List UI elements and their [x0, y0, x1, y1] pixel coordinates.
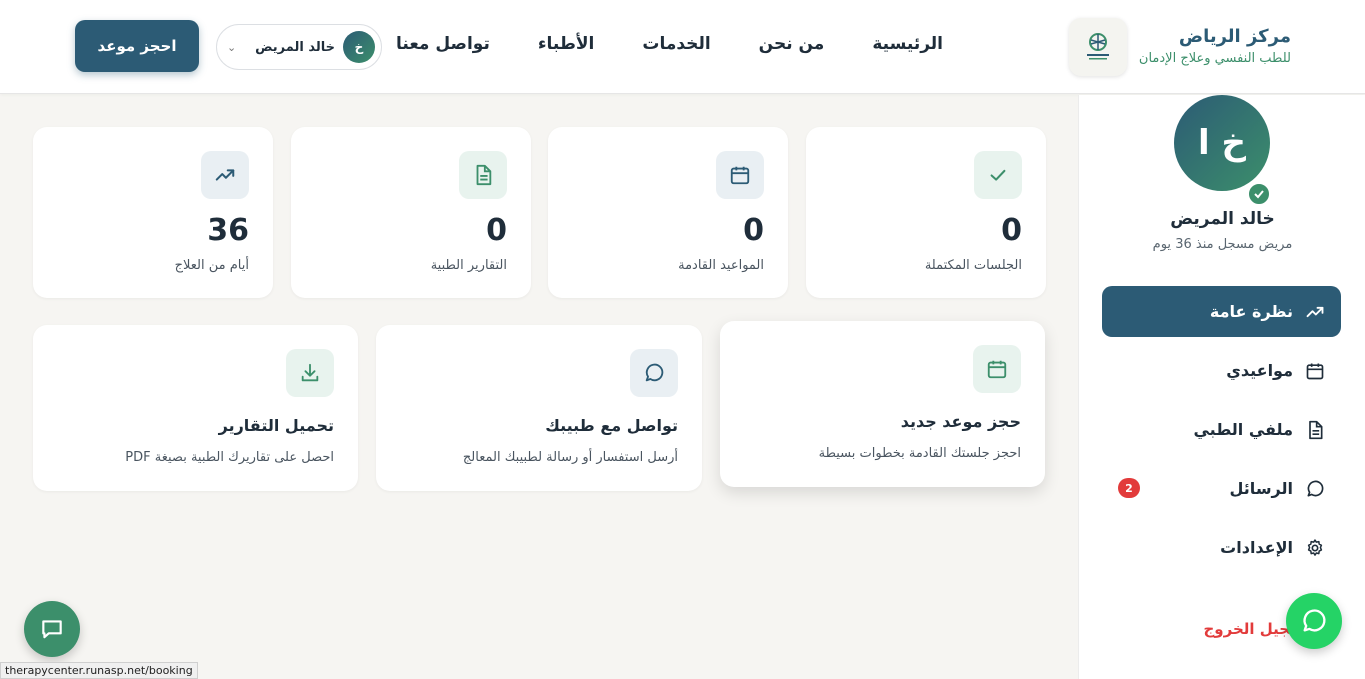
action-title: حجز موعد جديد — [900, 412, 1021, 431]
chevron-down-icon: ⌄ — [227, 40, 237, 54]
sidebar: خ ا خالد المريض مريض مسجل منذ 36 يوم نظر… — [1078, 95, 1365, 679]
nav-item-contact[interactable]: تواصل معنا — [396, 34, 490, 54]
brand-name: مركز الرياض — [1178, 26, 1291, 47]
sidebar-item-messages[interactable]: الرسائل 2 — [1102, 463, 1341, 514]
chat-icon — [1307, 480, 1324, 496]
main-nav: الرئيسية من نحن الخدمات الأطباء تواصل مع… — [396, 34, 943, 54]
sidebar-item-overview[interactable]: نظرة عامة — [1102, 286, 1341, 337]
top-header: مركز الرياض للطب النفسي وعلاج الإدمان ال… — [0, 0, 1365, 94]
stat-card-completed-sessions: 0 الجلسات المكتملة — [806, 127, 1046, 298]
nav-item-services[interactable]: الخدمات — [642, 34, 710, 54]
action-title: تواصل مع طبيبك — [545, 416, 678, 435]
document-icon — [1309, 420, 1323, 439]
brand-subtitle: للطب النفسي وعلاج الإدمان — [1138, 51, 1291, 66]
document-icon — [459, 151, 507, 199]
profile-name: خالد المريض — [1170, 209, 1275, 229]
stat-label: التقارير الطبية — [430, 258, 507, 273]
stat-card-medical-reports: 0 التقارير الطبية — [291, 127, 531, 298]
stat-label: أيام من العلاج — [174, 258, 249, 273]
nav-item-home[interactable]: الرئيسية — [872, 34, 943, 54]
action-description: احصل على تقاريرك الطبية بصيغة PDF — [125, 450, 334, 465]
brand-text: مركز الرياض للطب النفسي وعلاج الإدمان — [1139, 26, 1291, 68]
brand[interactable]: مركز الرياض للطب النفسي وعلاج الإدمان — [1068, 18, 1291, 76]
status-bar-url: therapycenter.runasp.net/booking — [0, 662, 198, 679]
calendar-icon — [973, 345, 1021, 393]
trending-up-icon — [201, 151, 249, 199]
stat-value: 0 — [1001, 213, 1022, 248]
stat-value: 36 — [207, 213, 249, 248]
brand-logo — [1068, 18, 1127, 76]
nav-item-about[interactable]: من نحن — [759, 34, 825, 54]
action-description: أرسل استفسار أو رسالة لطبيبك المعالج — [462, 450, 678, 465]
sidebar-item-label: ملفي الطبي — [1193, 420, 1293, 439]
verified-check-icon — [1246, 181, 1272, 207]
user-name: خالد المريض — [255, 39, 335, 55]
chat-bubble-icon — [42, 620, 62, 639]
sidebar-menu: نظرة عامة مواعيدي ملفي الطبي الرسائل 2 ا… — [1102, 286, 1341, 581]
user-menu-dropdown[interactable]: خ خالد المريض ⌄ — [216, 24, 382, 70]
action-card-contact-doctor[interactable]: تواصل مع طبيبك أرسل استفسار أو رسالة لطب… — [376, 325, 702, 491]
book-appointment-button[interactable]: احجز موعد — [75, 20, 199, 72]
profile-since: مريض مسجل منذ 36 يوم — [1152, 237, 1293, 252]
action-title: تحميل التقارير — [218, 416, 334, 435]
sidebar-item-appointments[interactable]: مواعيدي — [1102, 345, 1341, 396]
stat-label: المواعيد القادمة — [678, 258, 764, 273]
nav-item-doctors[interactable]: الأطباء — [538, 34, 595, 54]
sidebar-item-label: الإعدادات — [1220, 538, 1293, 557]
check-icon — [974, 151, 1022, 199]
stat-card-treatment-days: 36 أيام من العلاج — [33, 127, 273, 298]
action-description: احجز جلستك القادمة بخطوات بسيطة — [818, 446, 1021, 461]
calendar-icon — [716, 151, 764, 199]
profile-avatar: خ ا — [1174, 95, 1270, 191]
messages-count-badge: 2 — [1118, 478, 1140, 498]
sidebar-item-label: مواعيدي — [1226, 361, 1293, 380]
calendar-icon — [1306, 363, 1324, 379]
whatsapp-icon — [1303, 609, 1326, 632]
chat-icon — [630, 349, 678, 397]
download-icon — [286, 349, 334, 397]
user-avatar: خ — [343, 31, 375, 63]
stat-value: 0 — [743, 213, 764, 248]
sidebar-item-settings[interactable]: الإعدادات — [1102, 522, 1341, 573]
trending-up-icon — [1306, 306, 1324, 317]
sidebar-item-label: الرسائل — [1229, 479, 1293, 498]
stat-card-upcoming-appointments: 0 المواعيد القادمة — [548, 127, 788, 298]
stat-label: الجلسات المكتملة — [924, 258, 1022, 273]
sidebar-item-label: نظرة عامة — [1209, 302, 1293, 321]
gear-icon — [1307, 538, 1323, 556]
action-card-book-appointment[interactable]: حجز موعد جديد احجز جلستك القادمة بخطوات … — [720, 321, 1045, 487]
live-chat-button[interactable] — [24, 601, 80, 657]
stat-value: 0 — [486, 213, 507, 248]
whatsapp-button[interactable] — [1286, 593, 1342, 649]
sidebar-item-medical-file[interactable]: ملفي الطبي — [1102, 404, 1341, 455]
action-card-download-reports[interactable]: تحميل التقارير احصل على تقاريرك الطبية ب… — [33, 325, 358, 491]
logo-emblem-icon — [1086, 33, 1109, 60]
